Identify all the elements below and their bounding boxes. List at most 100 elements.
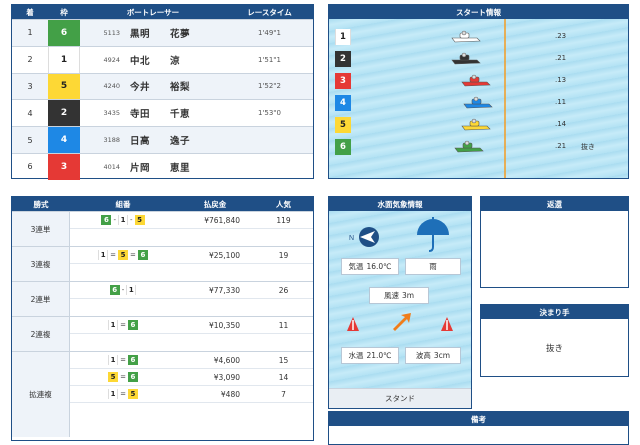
refund-title: 返還 [481,197,628,211]
combination-chip: 1 [108,355,119,365]
result-row: 2 1 4924 中北 涼 1'51"1 [12,45,313,73]
combination-chip: 5 [108,372,119,382]
popularity-rank: 15 [278,355,289,365]
race-time: 1'52"2 [258,82,281,91]
start-timing: .13 [555,76,567,84]
col-bet-type: 勝式 [33,199,49,209]
boat-icon [454,140,484,154]
combination-chip: 6 [127,355,138,365]
combination-separator: - [130,216,133,224]
boat-icon [461,74,491,88]
start-lane-badge: 1 [335,29,351,45]
bet-type-label: 拡連複 [12,352,70,437]
air-temp-box: 気温 16.0℃ [341,258,399,275]
combination: 6-1 [70,282,176,298]
umbrella-icon [415,217,451,253]
combination-separator: = [130,251,136,259]
combination: 5 = 6 [70,369,176,385]
result-row: 3 5 4240 今井 裕梨 1'52"2 [12,72,313,100]
combination-separator: = [120,390,126,398]
start-lane-badge: 3 [335,73,351,89]
boat-icon [461,118,491,132]
water-temp-label: 水温 [348,351,364,360]
weather-panel: 水面気象情報 N 気温 16.0℃ 雨 風速 3m 水温 21.0℃ 波高 3c… [328,196,472,409]
combination-chip: 6 [109,285,120,295]
payout-entry: 1 = 6 ¥10,350 11 [70,317,313,334]
combination-chip: 1 [118,215,128,225]
stand-label: スタンド [329,388,471,408]
combination-chip: 6 [127,372,138,382]
wave-height-label: 波高 [415,351,431,360]
bet-type-label: 3連単 [12,212,70,246]
col-frame: 枠 [60,7,68,17]
payout-group: 3連複 1 = 5 = 6 ¥25,100 19 [12,246,313,281]
finish-position: 4 [27,108,33,118]
frame-number-badge: 4 [48,127,80,153]
remarks-title: 備考 [329,412,628,426]
air-temp-value: 16.0℃ [366,262,392,271]
combination-chip: 1 [108,389,119,399]
left-flag-icon [347,317,359,331]
payout-amount: ¥4,600 [213,355,240,365]
racer-registration-number: 3435 [103,109,120,118]
frame-number-badge: 5 [48,73,80,100]
col-position: 着 [26,7,34,17]
wave-height-box: 波高 3cm [405,347,461,364]
results-body: 1 6 5113 黒明 花夢 1'49"1 2 1 4924 中北 涼 1'51"1 3 5 4240 今… [12,19,313,180]
popularity-rank: 7 [281,389,286,399]
start-lane-badge: 5 [335,117,351,133]
right-flag-icon [441,317,453,331]
start-row: 4 .11 [329,93,628,113]
weather-body: N 気温 16.0℃ 雨 風速 3m 水温 21.0℃ 波高 3cm スタンド [329,211,471,408]
combination: 1 = 6 [70,317,176,333]
bet-type-label: 3連複 [12,247,70,281]
boat-icon [451,30,481,44]
racer-name: 片岡 恵里 [130,162,191,174]
wind-speed-box: 風速 3m [369,287,429,304]
payout-amount: ¥25,100 [208,250,240,260]
results-header: 着 枠 ボートレーサー レースタイム [12,5,313,19]
payout-amount: ¥761,840 [204,215,240,225]
payout-amount: ¥480 [220,389,240,399]
racer-registration-number: 4924 [103,55,120,64]
combination-chip: 6 [137,250,148,260]
result-row: 5 4 3188 日高 逸子 [12,126,313,153]
payout-header: 勝式 組番 払戻金 人気 [12,197,313,211]
combination-chip: 5 [134,215,145,225]
combination-chip: 6 [127,320,138,330]
col-popularity: 人気 [276,199,291,209]
payout-entry: 5 = 6 ¥3,090 14 [70,369,313,386]
winning-technique-value: 抜き [545,343,563,354]
wind-direction-arrow-icon [391,311,413,333]
finish-position: 1 [27,28,33,38]
wind-speed-label: 風速 [383,291,399,300]
popularity-rank: 11 [278,320,289,330]
result-row: 6 3 4014 片岡 恵里 [12,152,313,180]
racer-registration-number: 4240 [103,82,120,91]
combination-separator: = [120,356,126,364]
payout-group: 拡連複 1 = 6 ¥4,600 15 5 = 6 ¥3,090 14 1 = 5 ¥480 7 [12,351,313,437]
start-timing: .11 [555,98,567,106]
payout-entry: 6-1 ¥77,330 26 [70,282,313,299]
start-lane-badge: 2 [335,51,351,67]
wave-height-value: 3cm [433,351,451,360]
payout-amount: ¥10,350 [208,320,240,330]
start-timing: .14 [555,120,567,128]
bet-type-label: 2連単 [12,282,70,316]
col-combination: 組番 [115,199,131,209]
combination: 1 = 5 [70,386,176,402]
start-lane-badge: 4 [335,95,351,111]
payout-table: 勝式 組番 払戻金 人気 3連単 6-1-5 ¥761,840 119 3連複 1 = 5 = 6… [11,196,314,441]
start-row: 2 .21 [329,49,628,69]
bet-type-label: 2連複 [12,317,70,351]
combination-chip: 1 [98,250,109,260]
col-payout: 払戻金 [203,199,227,209]
payout-entry: 1 = 5 = 6 ¥25,100 19 [70,247,313,264]
popularity-rank: 119 [276,215,291,225]
frame-number-badge: 1 [48,46,80,73]
start-row: 1 .23 [329,27,628,47]
finish-position: 2 [27,55,33,65]
combination-separator: = [120,321,126,329]
combination-separator: = [110,251,116,259]
boat-icon [451,52,481,66]
